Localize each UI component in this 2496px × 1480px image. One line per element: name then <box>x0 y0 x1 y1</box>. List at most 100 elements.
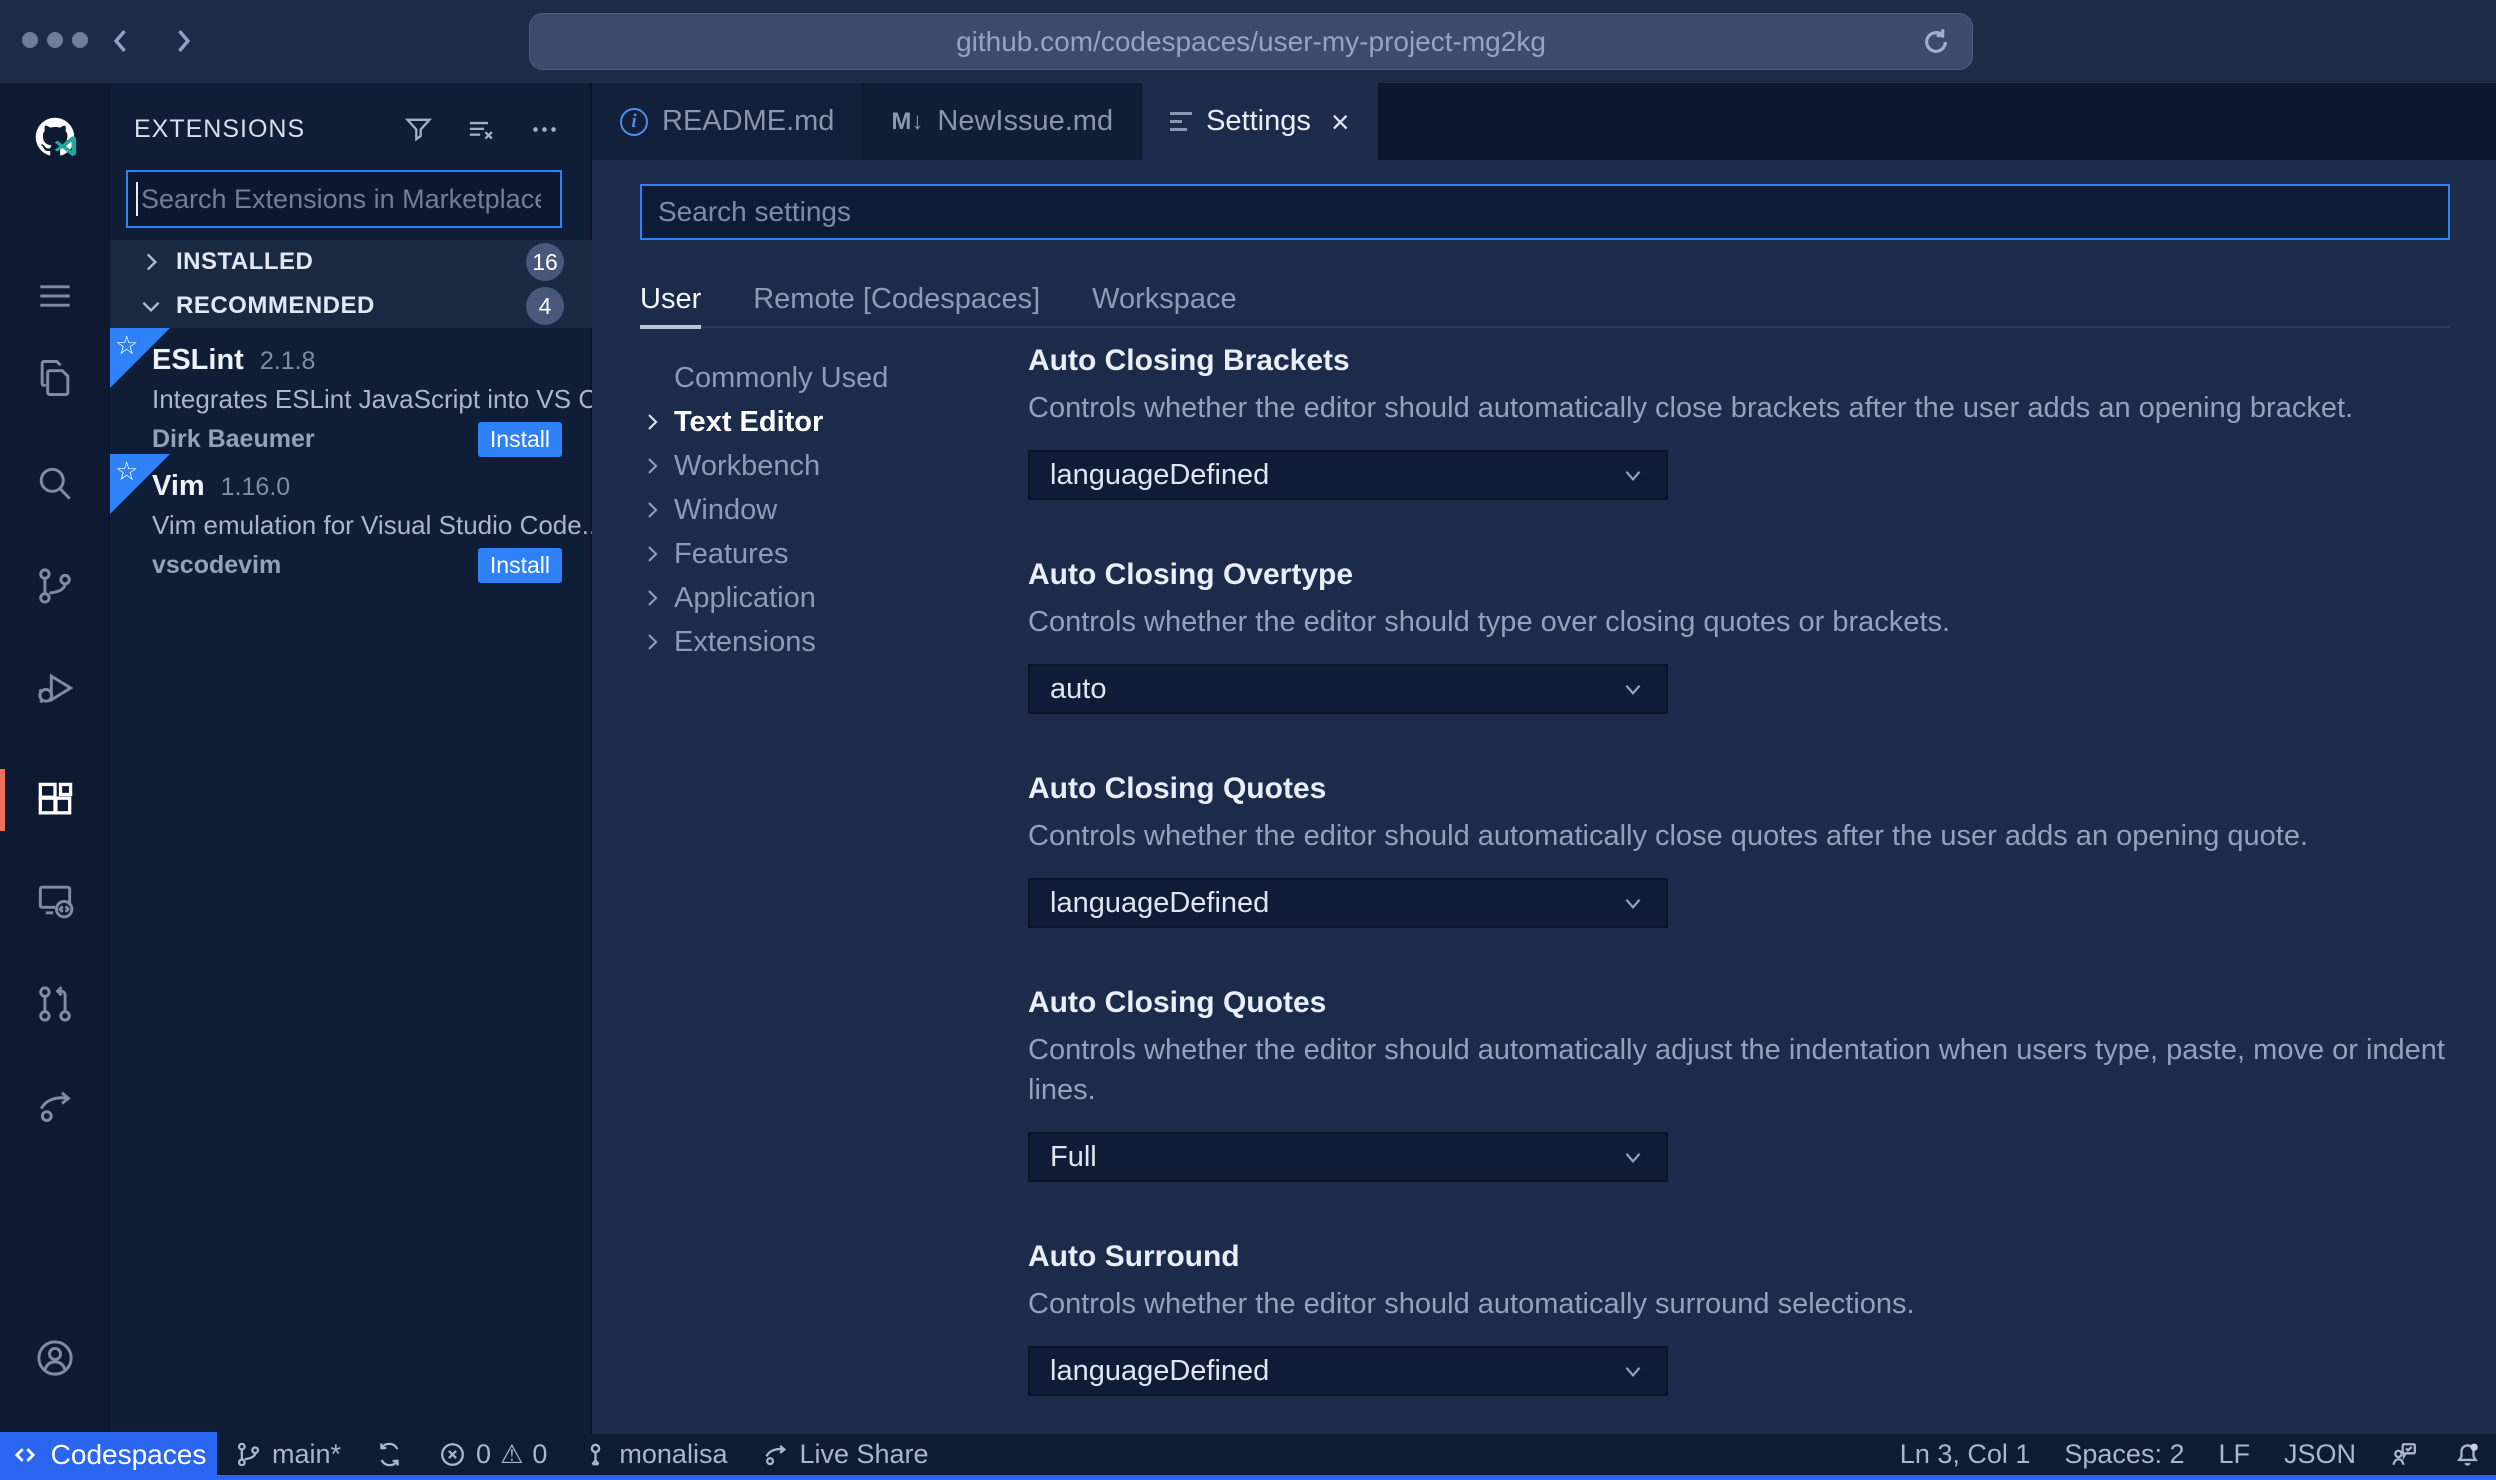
chevron-right-icon <box>648 546 658 562</box>
setting-dropdown[interactable]: languageDefined <box>1028 878 1668 928</box>
branch-icon <box>237 1442 260 1467</box>
user-indicator[interactable]: monalisa <box>564 1439 744 1470</box>
extension-publisher: Dirk Baeumer <box>152 425 315 453</box>
setting-dropdown[interactable]: languageDefined <box>1028 1346 1668 1396</box>
extensions-icon[interactable] <box>0 769 110 831</box>
recommended-count-badge: 4 <box>526 287 564 325</box>
settings-search-input[interactable] <box>658 196 2358 228</box>
toc-window[interactable]: Window <box>640 488 1028 532</box>
extensions-search-input[interactable] <box>141 183 541 215</box>
filter-icon[interactable] <box>403 114 434 145</box>
extension-name: Vim <box>152 470 205 502</box>
window-close-button[interactable] <box>22 32 38 48</box>
cursor-position[interactable]: Ln 3, Col 1 <box>1883 1439 2048 1470</box>
notifications-button[interactable] <box>2436 1440 2482 1469</box>
scope-tab-user[interactable]: User <box>640 272 702 329</box>
setting-dropdown[interactable]: auto <box>1028 664 1668 714</box>
extensions-search[interactable] <box>126 170 562 228</box>
extension-version: 1.16.0 <box>220 473 291 501</box>
install-button[interactable]: Install <box>477 548 562 583</box>
toc-workbench[interactable]: Workbench <box>640 444 1028 488</box>
section-recommended[interactable]: RECOMMENDED 4 <box>110 284 592 328</box>
chevron-down-icon <box>1625 899 1641 909</box>
settings-search[interactable] <box>640 184 2450 240</box>
settings-editor: User Remote [Codespaces] Workspace Commo… <box>592 160 2496 1434</box>
scope-tab-workspace[interactable]: Workspace <box>1092 272 1237 326</box>
setting-dropdown[interactable]: languageDefined <box>1028 450 1668 500</box>
extension-card-vim[interactable]: ☆ Vim 1.16.0 Vim emulation for Visual St… <box>110 454 603 583</box>
toc-commonly-used[interactable]: Commonly Used <box>640 356 1028 400</box>
back-icon[interactable] <box>104 24 138 58</box>
forward-icon[interactable] <box>166 24 200 58</box>
setting-auto-closing-brackets: Auto Closing Brackets Controls whether t… <box>1028 342 2458 500</box>
reload-icon[interactable] <box>1920 26 1952 58</box>
pull-requests-icon[interactable] <box>0 973 110 1035</box>
bell-icon <box>2457 1443 2478 1466</box>
extensions-sidebar: EXTENSIONS INSTALLED 16 RECOMMENDED 4 ☆ … <box>110 83 619 1434</box>
setting-auto-closing-quotes: Auto Closing Quotes Controls whether the… <box>1028 770 2458 928</box>
extension-card-eslint[interactable]: ☆ ESLint 2.1.8 Integrates ESLint JavaScr… <box>110 328 619 457</box>
window-minimize-button[interactable] <box>47 32 63 48</box>
text-caret <box>136 182 138 216</box>
chevron-right-icon <box>648 414 658 430</box>
settings-editor-icon <box>1170 112 1193 131</box>
activity-bar: ⚙ <box>0 83 110 1480</box>
errors-icon <box>441 1443 464 1466</box>
problems-indicator[interactable]: 0 ⚠ 0 <box>421 1439 564 1470</box>
more-actions-icon[interactable] <box>529 114 560 145</box>
branch-indicator[interactable]: main* <box>217 1439 358 1470</box>
toc-application[interactable]: Application <box>640 576 1028 620</box>
chevron-down-icon <box>1625 471 1641 481</box>
window-zoom-button[interactable] <box>72 32 88 48</box>
extension-version: 2.1.8 <box>259 347 316 375</box>
editor-area: i README.md M↓ NewIssue.md Settings × Us… <box>592 83 2496 1434</box>
eol-indicator[interactable]: LF <box>2201 1439 2267 1470</box>
chevron-right-icon <box>648 502 658 518</box>
clear-extensions-icon[interactable] <box>466 114 497 145</box>
tab-readme[interactable]: i README.md <box>592 83 864 160</box>
settings-scope-tabs: User Remote [Codespaces] Workspace <box>640 272 2450 329</box>
toc-extensions[interactable]: Extensions <box>640 620 1028 664</box>
markdown-icon: M↓ <box>891 107 924 135</box>
section-installed[interactable]: INSTALLED 16 <box>110 240 592 284</box>
extension-publisher: vscodevim <box>152 551 282 579</box>
search-icon[interactable] <box>0 453 110 515</box>
chevron-right-icon <box>648 590 658 606</box>
menu-icon[interactable] <box>0 265 110 327</box>
remote-icon <box>14 1447 35 1462</box>
address-bar[interactable]: github.com/codespaces/user-my-project-mg… <box>529 13 1973 70</box>
account-icon[interactable] <box>0 1327 110 1389</box>
feedback-button[interactable] <box>2373 1440 2436 1469</box>
indentation-indicator[interactable]: Spaces: 2 <box>2047 1439 2201 1470</box>
chevron-right-icon <box>648 458 658 474</box>
tab-newissue[interactable]: M↓ NewIssue.md <box>863 83 1143 160</box>
tab-settings[interactable]: Settings × <box>1142 83 1378 160</box>
run-debug-icon[interactable] <box>0 657 110 719</box>
install-button[interactable]: Install <box>477 422 562 457</box>
live-share-button[interactable]: Live Share <box>744 1439 945 1470</box>
chevron-down-icon <box>1625 685 1641 695</box>
codespaces-remote-button[interactable]: Codespaces <box>0 1431 217 1478</box>
setting-dropdown[interactable]: Full <box>1028 1132 1668 1182</box>
settings-list: Auto Closing Brackets Controls whether t… <box>1028 342 2458 1434</box>
chevron-down-icon <box>1625 1153 1641 1163</box>
toc-features[interactable]: Features <box>640 532 1028 576</box>
close-tab-icon[interactable]: × <box>1331 106 1350 138</box>
url-text: github.com/codespaces/user-my-project-mg… <box>956 25 1546 57</box>
scope-tab-remote[interactable]: Remote [Codespaces] <box>753 272 1040 326</box>
live-share-icon[interactable] <box>0 1075 110 1137</box>
window-controls[interactable] <box>22 32 88 48</box>
sidebar-title: EXTENSIONS <box>134 114 306 143</box>
toc-text-editor[interactable]: Text Editor <box>640 400 1028 444</box>
warnings-icon: ⚠ <box>500 1439 524 1469</box>
settings-toc: Commonly Used Text Editor Workbench Wind… <box>640 356 1028 664</box>
remote-explorer-icon[interactable] <box>0 869 110 931</box>
sync-indicator[interactable] <box>358 1440 421 1469</box>
source-control-icon[interactable] <box>0 555 110 617</box>
setting-auto-closing-overtype: Auto Closing Overtype Controls whether t… <box>1028 556 2458 714</box>
github-codespaces-logo <box>0 103 110 171</box>
language-mode[interactable]: JSON <box>2267 1439 2373 1470</box>
info-icon: i <box>620 107 648 136</box>
explorer-icon[interactable] <box>0 347 110 409</box>
setting-auto-surround: Auto Surround Controls whether the edito… <box>1028 1238 2458 1396</box>
